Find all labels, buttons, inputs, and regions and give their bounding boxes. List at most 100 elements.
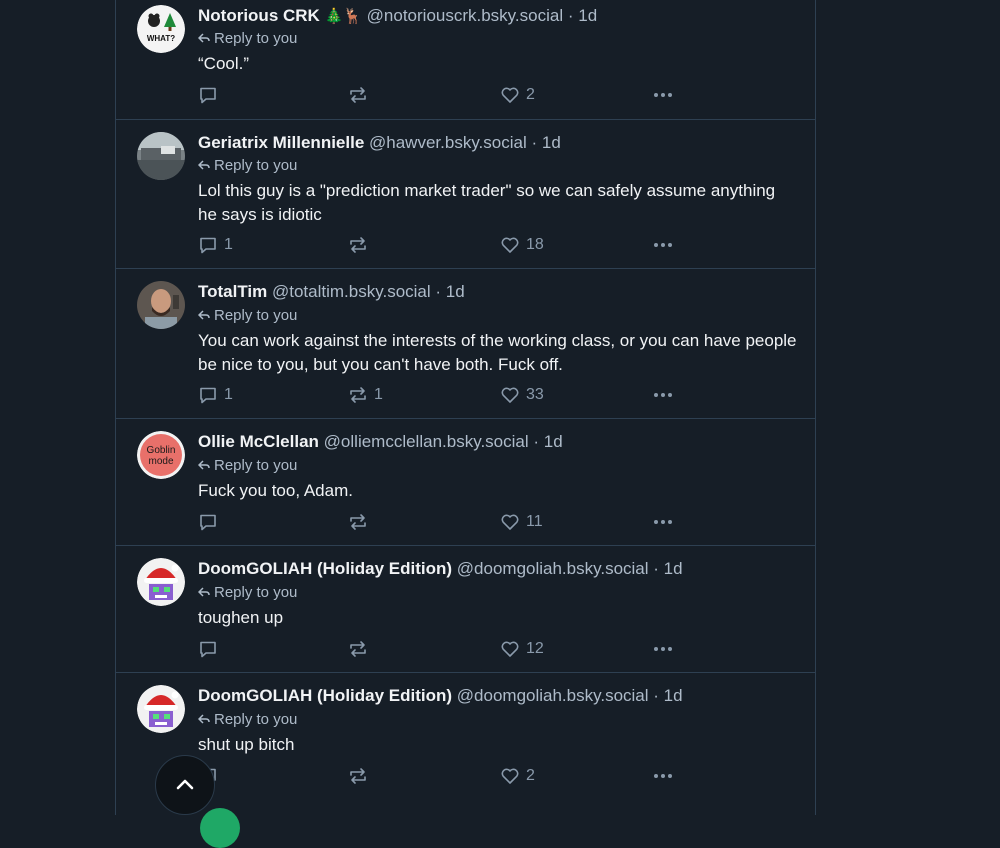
reply-post[interactable]: WHAT? Notorious CRK 🎄🦌 @notoriouscrk.bsk…	[116, 0, 815, 120]
avatar[interactable]: WHAT?	[137, 5, 185, 53]
reply-label: Reply to you	[214, 307, 298, 324]
repost-icon	[350, 514, 366, 530]
avatar[interactable]	[137, 132, 185, 180]
like-button[interactable]: 2	[500, 764, 535, 788]
like-count: 2	[526, 767, 535, 784]
avatar-text: Goblin mode	[147, 445, 176, 467]
heart-icon	[501, 514, 519, 530]
reply-post[interactable]: TotalTim @totaltim.bsky.social · 1d Repl…	[116, 269, 815, 419]
post-time[interactable]: 1d	[664, 559, 683, 578]
post-text: Lol this guy is a "prediction market tra…	[198, 181, 776, 224]
post-time[interactable]: 1d	[446, 282, 465, 301]
like-count: 2	[526, 86, 535, 103]
dot-separator: ·	[648, 686, 664, 705]
reply-indicator: Reply to you	[197, 306, 298, 326]
reply-label: Reply to you	[214, 457, 298, 474]
repost-button[interactable]	[348, 510, 374, 534]
reply-arrow-icon	[197, 587, 210, 597]
reply-button[interactable]: 1	[198, 233, 233, 257]
repost-icon	[350, 237, 366, 253]
repost-button[interactable]	[348, 764, 374, 788]
more-options-button[interactable]	[652, 764, 674, 788]
dot-separator: ·	[648, 559, 664, 578]
avatar[interactable]	[137, 685, 185, 733]
heart-icon	[501, 641, 519, 657]
author-handle[interactable]: @olliemcclellan.bsky.social	[324, 432, 529, 451]
reply-label: Reply to you	[214, 584, 298, 601]
repost-button[interactable]: 1	[348, 383, 383, 407]
repost-button[interactable]	[348, 233, 374, 257]
more-options-button[interactable]	[652, 233, 674, 257]
avatar[interactable]: Goblin mode	[137, 431, 185, 479]
author-handle[interactable]: @doomgoliah.bsky.social	[457, 559, 649, 578]
more-options-button[interactable]	[652, 637, 674, 661]
post-time[interactable]: 1d	[542, 133, 561, 152]
post-time[interactable]: 1d	[578, 6, 597, 25]
reply-indicator: Reply to you	[197, 583, 298, 603]
reply-post[interactable]: Geriatrix Millennielle @hawver.bsky.soci…	[116, 119, 815, 269]
compose-avatar[interactable]	[200, 808, 240, 848]
repost-button[interactable]	[348, 637, 374, 661]
author-handle[interactable]: @hawver.bsky.social	[369, 133, 527, 152]
name-emoji: 🎄🦌	[324, 8, 362, 25]
ellipsis-icon	[654, 93, 672, 97]
reply-post[interactable]: Goblin mode Ollie McClellan @olliemcclell…	[116, 419, 815, 546]
repost-button[interactable]	[348, 83, 374, 107]
like-button[interactable]: 12	[500, 637, 544, 661]
post-time[interactable]: 1d	[544, 432, 563, 451]
heart-icon	[501, 87, 519, 103]
reply-post[interactable]: DoomGOLIAH (Holiday Edition) @doomgoliah…	[116, 546, 815, 673]
heart-icon	[501, 237, 519, 253]
author-handle[interactable]: @totaltim.bsky.social	[272, 282, 431, 301]
author-name[interactable]: DoomGOLIAH (Holiday Edition)	[198, 559, 452, 578]
avatar[interactable]	[137, 281, 185, 329]
reply-button[interactable]	[198, 637, 224, 661]
more-options-button[interactable]	[652, 83, 674, 107]
like-count: 33	[526, 386, 544, 403]
dot-separator: ·	[528, 432, 544, 451]
more-options-button[interactable]	[652, 510, 674, 534]
speech-bubble-icon	[200, 387, 216, 404]
reply-indicator: Reply to you	[197, 156, 297, 176]
post-time[interactable]: 1d	[664, 686, 683, 705]
reply-button[interactable]: 1	[198, 383, 233, 407]
author-name[interactable]: DoomGOLIAH (Holiday Edition)	[198, 686, 452, 705]
author-name[interactable]: Notorious CRK	[198, 6, 320, 25]
author-name[interactable]: Geriatrix Millennielle	[198, 133, 364, 152]
reply-count: 1	[224, 236, 233, 253]
post-actions: 1 1 33	[198, 383, 718, 407]
post-text: shut up bitch	[198, 735, 295, 754]
scroll-to-top-button[interactable]	[155, 755, 215, 815]
repost-icon	[350, 768, 366, 784]
reply-label: Reply to you	[214, 711, 298, 728]
speech-bubble-icon	[200, 514, 216, 531]
ellipsis-icon	[654, 647, 672, 651]
reply-indicator: Reply to you	[197, 29, 298, 49]
dot-separator: ·	[563, 6, 579, 25]
avatar[interactable]	[137, 558, 185, 606]
post-text: toughen up	[198, 608, 284, 627]
author-handle[interactable]: @doomgoliah.bsky.social	[457, 686, 649, 705]
reply-arrow-icon	[197, 310, 210, 320]
speech-bubble-icon	[200, 87, 216, 104]
ellipsis-icon	[654, 393, 672, 397]
like-count: 12	[526, 640, 544, 657]
reply-label: Reply to you	[214, 30, 298, 47]
author-name[interactable]: Ollie McClellan	[198, 432, 319, 451]
more-options-button[interactable]	[652, 383, 674, 407]
ellipsis-icon	[654, 243, 672, 247]
like-button[interactable]: 33	[500, 383, 544, 407]
post-actions: 11	[198, 510, 718, 534]
author-handle[interactable]: @notoriouscrk.bsky.social	[367, 6, 563, 25]
post-actions: 1 18	[198, 233, 718, 257]
author-name[interactable]: TotalTim	[198, 282, 267, 301]
reply-button[interactable]	[198, 83, 224, 107]
like-button[interactable]: 2	[500, 83, 535, 107]
reply-indicator: Reply to you	[197, 456, 298, 476]
like-button[interactable]: 18	[500, 233, 544, 257]
reply-arrow-icon	[197, 714, 210, 724]
heart-icon	[501, 387, 519, 403]
reply-button[interactable]	[198, 510, 224, 534]
like-button[interactable]: 11	[500, 510, 543, 534]
reply-post[interactable]: DoomGOLIAH (Holiday Edition) @doomgoliah…	[116, 673, 815, 798]
